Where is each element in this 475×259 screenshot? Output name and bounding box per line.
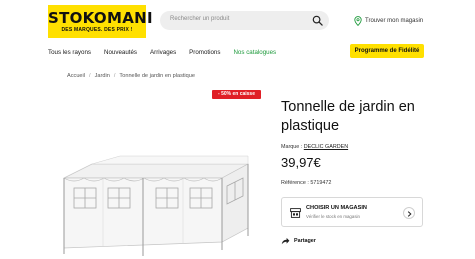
choose-store-subtitle: Vérifier le stock en magasin [306,214,360,219]
nav-item-nouveautes[interactable]: Nouveautés [104,49,137,56]
stokomani-logo[interactable]: STOKOMANI DES MARQUES. DES PRIX ! [48,5,153,38]
product-title: Tonnelle de jardin en plastique [281,99,415,134]
find-store-link[interactable]: Trouver mon magasin [354,15,423,27]
breadcrumb-separator: / [89,73,91,79]
search-input[interactable]: Rechercher un produit [160,11,329,30]
loyalty-program-button[interactable]: Programme de Fidélité [350,44,424,58]
choose-store-button[interactable] [403,207,415,219]
map-pin-icon [354,16,362,26]
nav-item-arrivages[interactable]: Arrivages [150,49,176,56]
share-icon [281,237,290,245]
chevron-right-icon [407,210,412,217]
product-reference: Référence : 5719472 [281,180,332,186]
nav-item-promotions[interactable]: Promotions [189,49,220,56]
share-label: Partager [294,238,316,244]
shop-icon [290,208,301,218]
discount-badge: - 50% en caisse [212,90,261,99]
brand-line: Marque : DECLIC GARDEN [281,144,348,150]
search-icon[interactable] [312,15,323,26]
brand-prefix: Marque : [281,144,304,150]
breadcrumb: Accueil / Jardin / Tonnelle de jardin en… [67,73,195,79]
product-price: 39,97€ [281,155,321,170]
choose-store-title: CHOISIR UN MAGASIN [306,205,367,211]
find-store-label: Trouver mon magasin [365,18,424,24]
product-image[interactable] [52,150,258,259]
breadcrumb-jardin[interactable]: Jardin [95,73,110,79]
logo-text: STOKOMANI [48,9,153,27]
breadcrumb-home[interactable]: Accueil [67,73,85,79]
nav-item-tous-les-rayons[interactable]: Tous les rayons [48,49,91,56]
search-placeholder: Rechercher un produit [170,16,230,22]
site-header: STOKOMANI DES MARQUES. DES PRIX ! Recher… [0,0,475,62]
brand-link[interactable]: DECLIC GARDEN [304,144,348,150]
nav-item-nos-catalogues[interactable]: Nos catalogues [233,49,276,56]
breadcrumb-separator: / [113,73,116,79]
logo-tagline: DES MARQUES. DES PRIX ! [61,27,133,33]
main-nav: Tous les rayons Nouveautés Arrivages Pro… [48,46,289,58]
share-button[interactable]: Partager [281,237,316,245]
breadcrumb-current: Tonnelle de jardin en plastique [119,73,195,79]
choose-store-card[interactable]: CHOISIR UN MAGASIN Vérifier le stock en … [281,197,423,227]
